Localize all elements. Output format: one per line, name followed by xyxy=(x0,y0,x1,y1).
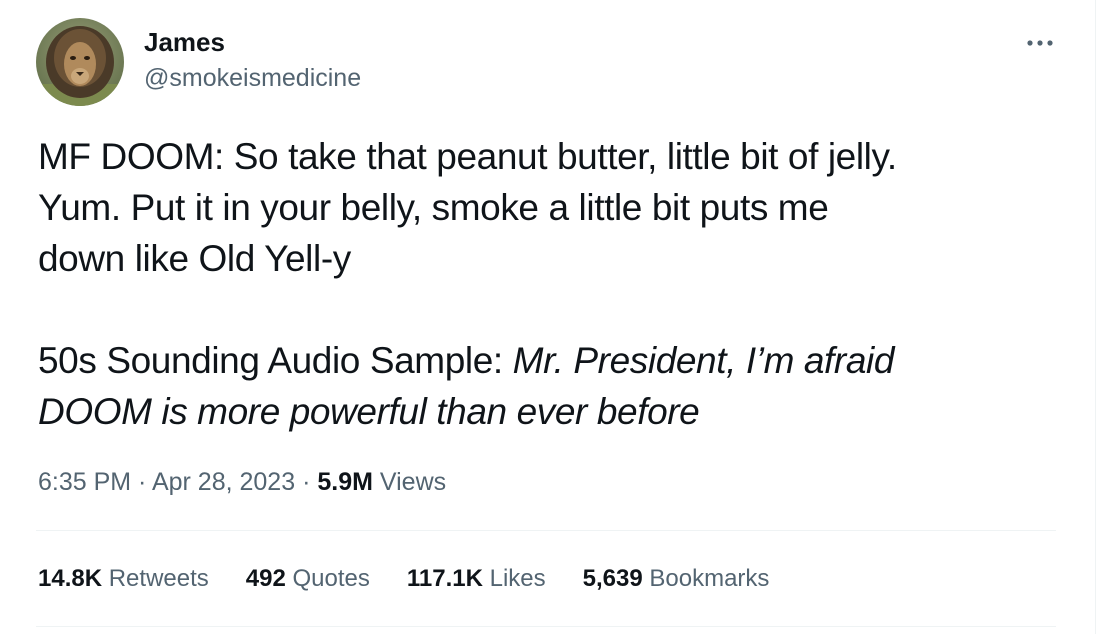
quotes-stat[interactable]: 492 Quotes xyxy=(246,561,370,597)
tweet-text: MF DOOM: So take that peanut butter, lit… xyxy=(38,131,1078,437)
sample-quote: Mr. President, I’m afraid xyxy=(512,340,895,381)
more-options-button[interactable] xyxy=(1022,28,1058,58)
meta-separator: · xyxy=(131,468,152,496)
author-display-name[interactable]: James xyxy=(144,26,225,58)
author-handle[interactable]: @smokeismedicine xyxy=(144,62,361,94)
tweet-card: James @smokeismedicine MF DOOM: So take … xyxy=(0,0,1096,634)
retweets-count: 14.8K xyxy=(38,565,103,592)
tweet-date: Apr 28, 2023 xyxy=(151,468,296,496)
tweet-text-line: down like Old Yell-y xyxy=(38,238,351,279)
likes-label: Likes xyxy=(482,565,546,592)
likes-stat[interactable]: 117.1K Likes xyxy=(407,561,546,597)
meta-separator: · xyxy=(295,468,318,496)
views-label: Views xyxy=(372,468,447,496)
bookmarks-count: 5,639 xyxy=(582,565,643,592)
views-link[interactable]: 5.9M Views xyxy=(317,468,446,496)
divider xyxy=(36,530,1056,531)
views-count: 5.9M xyxy=(317,468,373,496)
sample-label: 50s Sounding Audio Sample: xyxy=(38,340,513,381)
tweet-text-line: DOOM is more powerful than ever before xyxy=(38,386,1078,437)
lion-avatar-icon xyxy=(36,18,124,106)
likes-count: 117.1K xyxy=(406,565,483,592)
retweets-stat[interactable]: 14.8K Retweets xyxy=(38,561,209,597)
tweet-time: 6:35 PM xyxy=(38,468,132,496)
quotes-count: 492 xyxy=(245,565,286,592)
tweet-text-line: MF DOOM: So take that peanut butter, lit… xyxy=(38,136,897,177)
more-horizontal-icon xyxy=(1027,40,1053,46)
author-avatar[interactable] xyxy=(36,18,124,106)
tweet-text-line: Yum. Put it in your belly, smoke a littl… xyxy=(38,187,829,228)
tweet-text-line: 50s Sounding Audio Sample: Mr. President… xyxy=(38,335,1078,386)
bookmarks-label: Bookmarks xyxy=(642,565,770,592)
divider xyxy=(36,626,1056,627)
retweets-label: Retweets xyxy=(102,565,209,592)
bookmarks-stat[interactable]: 5,639 Bookmarks xyxy=(583,561,770,597)
tweet-stats: 14.8K Retweets 492 Quotes 117.1K Likes 5… xyxy=(38,561,806,597)
sample-quote: DOOM is more powerful than ever before xyxy=(38,391,700,432)
tweet-time-link[interactable]: 6:35 PM · Apr 28, 2023 xyxy=(38,468,295,496)
quotes-label: Quotes xyxy=(285,565,370,592)
tweet-meta: 6:35 PM · Apr 28, 2023 · 5.9M Views xyxy=(38,464,446,500)
